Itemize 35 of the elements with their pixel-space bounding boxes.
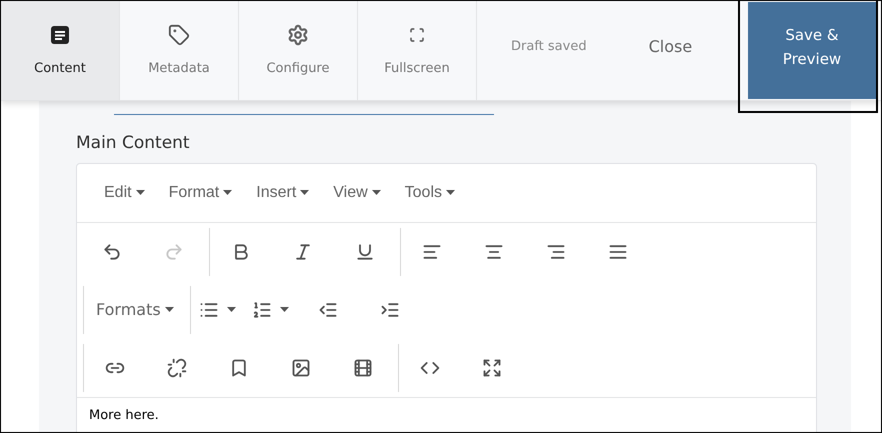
undo-icon (102, 242, 122, 262)
film-icon (353, 358, 373, 378)
caret-icon (372, 190, 381, 195)
tab[interactable]: Configure (239, 1, 358, 100)
tag-icon (168, 24, 190, 46)
caret-icon (300, 190, 310, 195)
menu-item[interactable]: Insert (252, 180, 314, 204)
unlink-icon (167, 358, 187, 378)
caret-icon (223, 190, 232, 195)
underline-icon (355, 242, 375, 262)
menu-item[interactable]: Edit (100, 180, 149, 204)
editor-text: More here. (89, 406, 160, 424)
caret-icon (446, 190, 456, 195)
document-icon (50, 24, 70, 45)
image-icon (291, 358, 311, 378)
caret-icon (136, 190, 145, 195)
redo-icon (164, 242, 184, 262)
caret-icon (226, 307, 236, 312)
save-preview-button[interactable]: Save & Preview (748, 2, 876, 99)
formats-dropdown[interactable]: Formats (84, 290, 186, 330)
caret-icon (280, 307, 289, 312)
menu-item[interactable]: View (329, 180, 385, 204)
numbered-list-icon (252, 300, 272, 320)
close-button[interactable]: Close (648, 34, 692, 66)
field-label: Main Content (76, 132, 190, 155)
tab[interactable]: Fullscreen (358, 1, 477, 100)
caret-icon (164, 307, 174, 312)
gear-icon (287, 24, 309, 46)
tab[interactable]: Metadata (120, 1, 239, 100)
menu-item[interactable]: Tools (400, 180, 460, 204)
menu-item[interactable]: Format (164, 180, 236, 204)
expand-icon (482, 358, 502, 378)
tab[interactable]: Content (1, 1, 120, 100)
fullscreen-icon (409, 26, 425, 43)
draft-status: Draft saved (511, 38, 587, 56)
